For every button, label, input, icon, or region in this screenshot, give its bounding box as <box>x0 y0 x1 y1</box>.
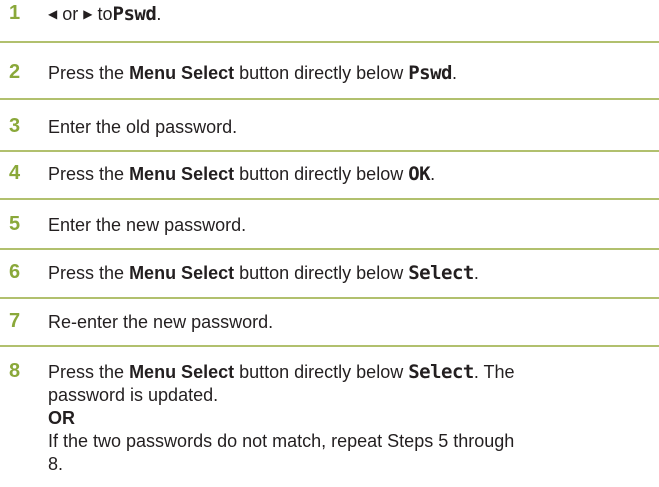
step-number: 4 <box>9 162 21 184</box>
step-number: 1 <box>9 2 21 24</box>
step-text: ◀ or ▶ toPswd. <box>48 3 659 26</box>
menu-select-label: Menu Select <box>129 63 235 83</box>
or-word: or <box>62 4 79 24</box>
text-mid: button directly below <box>239 164 404 184</box>
period: . <box>430 164 436 184</box>
to-word: to <box>97 4 113 24</box>
lcd-label: Select <box>408 262 474 284</box>
divider <box>0 248 659 250</box>
divider <box>0 297 659 299</box>
lcd-label: Pswd <box>112 3 157 25</box>
text-pre: Press the <box>48 362 125 382</box>
step-number: 7 <box>9 310 21 332</box>
step-number: 3 <box>9 115 21 137</box>
menu-select-label: Menu Select <box>129 362 235 382</box>
step-text: Enter the new password. <box>48 215 247 235</box>
text-mid: button directly below <box>239 263 404 283</box>
step-number: 5 <box>9 213 21 235</box>
or-label: OR <box>48 408 75 428</box>
lcd-label: Pswd <box>408 62 452 84</box>
step-text: Re-enter the new password. <box>48 312 274 332</box>
step-text: Press the Menu Select button directly be… <box>48 361 659 476</box>
menu-select-label: Menu Select <box>129 164 235 184</box>
divider <box>0 198 659 200</box>
step-text: Press the Menu Select button directly be… <box>48 262 659 285</box>
divider <box>0 150 659 152</box>
step-text: Press the Menu Select button directly be… <box>48 62 659 85</box>
step-number: 2 <box>9 61 21 83</box>
text-pre: Press the <box>48 164 125 184</box>
divider <box>0 41 659 43</box>
right-arrow-icon: ▶ <box>83 7 93 21</box>
step-line: 8. <box>48 454 64 474</box>
step-text: Press the Menu Select button directly be… <box>48 163 659 186</box>
period: . <box>473 263 479 283</box>
step-line: Press the Menu Select button directly be… <box>48 361 659 384</box>
text-mid: button directly below <box>239 362 404 382</box>
step-number: 6 <box>9 261 21 283</box>
divider <box>0 345 659 347</box>
step-text: Enter the old password. <box>48 117 238 137</box>
period: . <box>451 63 457 83</box>
step-line: If the two passwords do not match, repea… <box>48 431 515 451</box>
text-pre: Press the <box>48 263 125 283</box>
left-arrow-icon: ◀ <box>48 7 58 21</box>
text-mid: button directly below <box>239 63 404 83</box>
text-end: . The <box>473 362 515 382</box>
lcd-label: Select <box>408 361 474 383</box>
divider <box>0 98 659 100</box>
step-line: password is updated. <box>48 385 219 405</box>
menu-select-label: Menu Select <box>129 263 235 283</box>
period: . <box>156 4 162 24</box>
lcd-label: OK <box>408 163 431 185</box>
text-pre: Press the <box>48 63 125 83</box>
step-number: 8 <box>9 360 21 382</box>
